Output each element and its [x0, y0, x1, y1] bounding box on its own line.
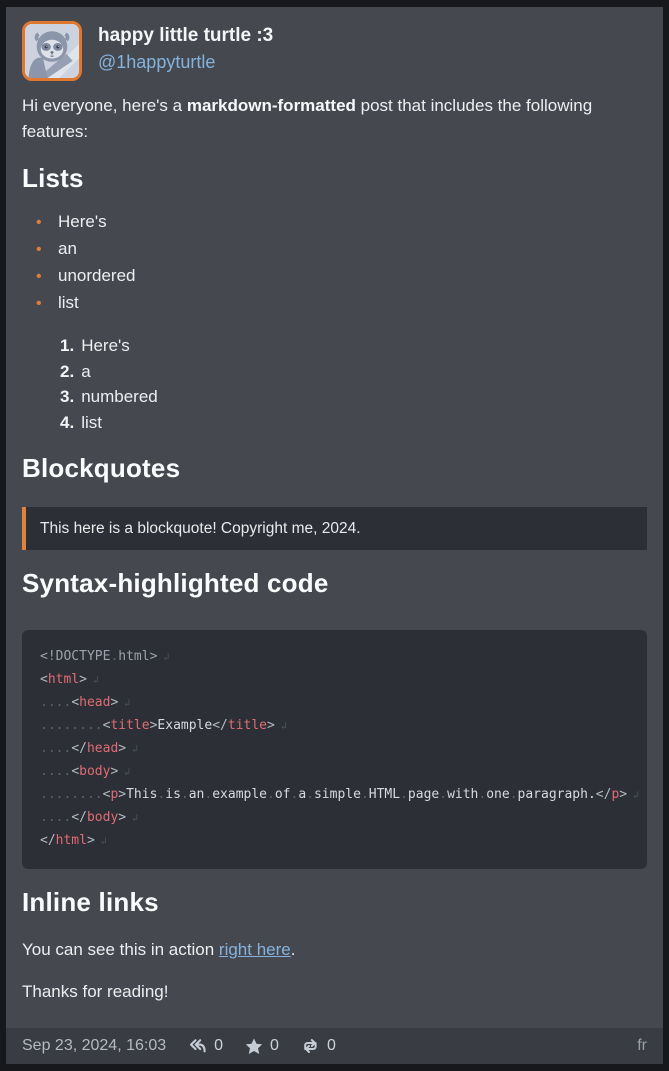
identity-block: happy little turtle :3 @1happyturtle — [98, 21, 273, 75]
closing-paragraph: Thanks for reading! — [22, 979, 647, 1005]
list-item: 4. list — [60, 410, 647, 436]
boost-count: 0 — [327, 1037, 336, 1055]
list-number: 2. — [60, 362, 74, 381]
list-text: numbered — [81, 387, 158, 406]
blockquotes-heading: Blockquotes — [22, 453, 647, 483]
timestamp[interactable]: Sep 23, 2024, 16:03 — [22, 1037, 166, 1055]
list-text: list — [81, 413, 102, 432]
code-line: ....<body> ↲ — [40, 761, 629, 784]
list-item: 3. numbered — [60, 384, 647, 410]
code-line: <html> ↲ — [40, 669, 629, 692]
user-handle[interactable]: @1happyturtle — [98, 49, 273, 75]
reply-count: 0 — [214, 1037, 223, 1055]
favorite-count: 0 — [270, 1037, 279, 1055]
code-line: ....</body> ↲ — [40, 807, 629, 830]
code-block: <!DOCTYPE.html> ↲<html> ↲....<head> ↲...… — [22, 630, 647, 869]
boost-button[interactable]: 0 — [301, 1037, 336, 1055]
sloth-avatar-image — [25, 24, 79, 78]
list-item: Here's — [58, 209, 647, 236]
intro-paragraph: Hi everyone, here's a markdown-formatted… — [22, 93, 647, 145]
post-footer: Sep 23, 2024, 16:03 0 0 — [6, 1028, 663, 1064]
code-line: ........<title>Example</title> ↲ — [40, 715, 629, 738]
blockquote: This here is a blockquote! Copyright me,… — [22, 507, 647, 550]
list-number: 1. — [60, 336, 74, 355]
intro-text-before: Hi everyone, here's a — [22, 96, 187, 115]
right-here-link[interactable]: right here — [219, 940, 291, 959]
unordered-list: Here's an unordered list — [22, 209, 647, 317]
display-name: happy little turtle :3 — [98, 23, 273, 49]
link-text-before: You can see this in action — [22, 940, 219, 959]
list-item: an — [58, 236, 647, 263]
link-text-after: . — [291, 940, 296, 959]
code-line: ....</head> ↲ — [40, 738, 629, 761]
list-text: a — [81, 362, 90, 381]
list-item: 2. a — [60, 359, 647, 385]
inline-links-heading: Inline links — [22, 887, 647, 917]
avatar[interactable] — [22, 21, 82, 81]
lists-heading: Lists — [22, 163, 647, 193]
code-line: ....<head> ↲ — [40, 692, 629, 715]
reply-button[interactable]: 0 — [188, 1037, 223, 1055]
list-number: 4. — [60, 413, 74, 432]
list-item: 1. Here's — [60, 333, 647, 359]
favorite-button[interactable]: 0 — [245, 1037, 279, 1055]
code-line: ........<p>This.is.an.example.of.a.simpl… — [40, 784, 629, 807]
post-header: happy little turtle :3 @1happyturtle — [6, 7, 663, 89]
post-card: happy little turtle :3 @1happyturtle Hi … — [6, 7, 663, 1064]
intro-bold-text: markdown-formatted — [187, 96, 356, 115]
list-item: unordered — [58, 263, 647, 290]
list-text: Here's — [81, 336, 130, 355]
list-item: list — [58, 290, 647, 317]
boost-icon — [301, 1038, 320, 1054]
post-content: Hi everyone, here's a markdown-formatted… — [6, 89, 663, 1028]
code-heading: Syntax-highlighted code — [22, 568, 647, 598]
star-icon — [245, 1038, 263, 1055]
code-line: <!DOCTYPE.html> ↲ — [40, 646, 629, 669]
list-number: 3. — [60, 387, 74, 406]
language-tag: fr — [637, 1037, 647, 1055]
reply-icon — [188, 1038, 207, 1054]
ordered-list: 1. Here's 2. a 3. numbered 4. list — [22, 333, 647, 435]
link-paragraph: You can see this in action right here. — [22, 937, 647, 963]
code-line: </html> ↲ — [40, 830, 629, 853]
